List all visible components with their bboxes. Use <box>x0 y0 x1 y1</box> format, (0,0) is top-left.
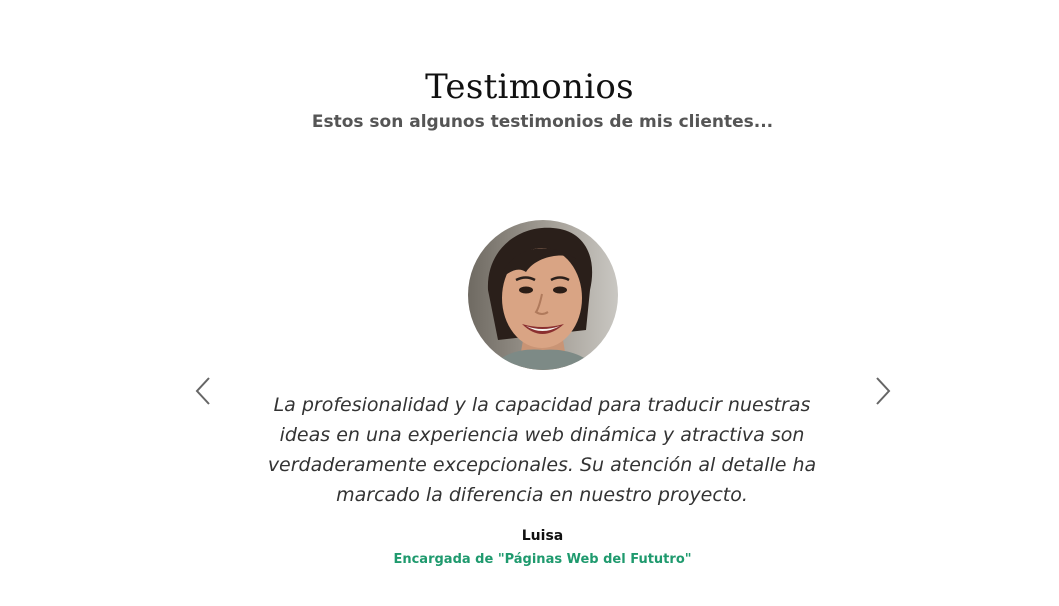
previous-button[interactable] <box>192 376 216 406</box>
testimonial-carousel: La profesionalidad y la capacidad para t… <box>0 218 1059 598</box>
client-name: Luisa <box>521 528 564 544</box>
section-title: Testimonios <box>425 66 634 107</box>
client-role: Encargada de "Páginas Web del Fututro" <box>393 552 692 567</box>
testimonial-quote: La profesionalidad y la capacidad para t… <box>267 394 817 506</box>
avatar <box>468 220 618 370</box>
chevron-right-icon <box>876 377 891 405</box>
section-subtitle: Estos son algunos testimonios de mis cli… <box>311 112 774 132</box>
chevron-left-icon <box>195 377 210 405</box>
client-photo <box>468 220 618 370</box>
next-button[interactable] <box>870 376 894 406</box>
